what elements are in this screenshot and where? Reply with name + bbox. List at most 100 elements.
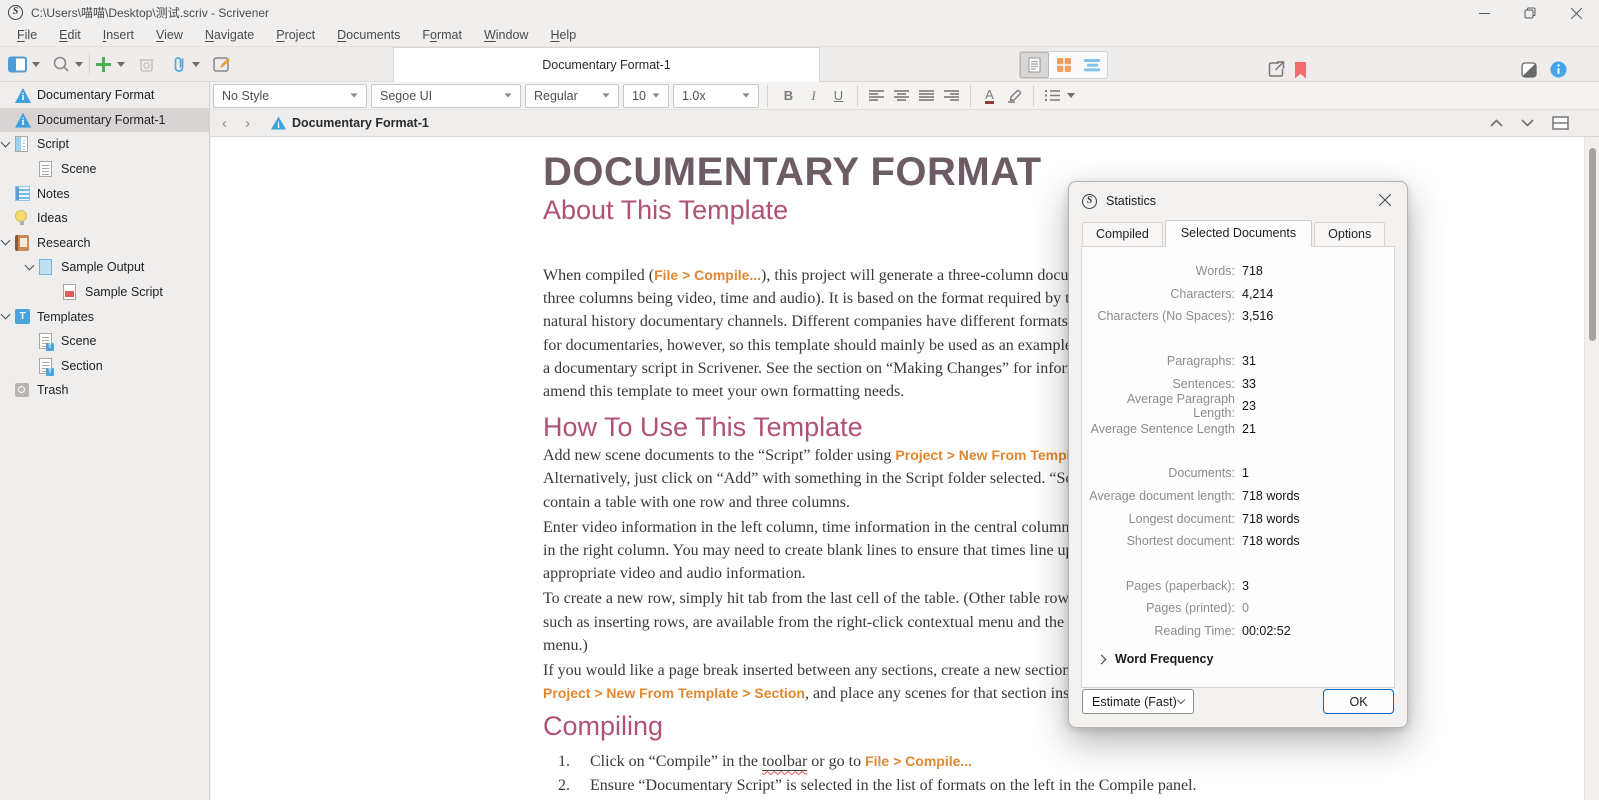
inline-styled-text: D: [337, 28, 347, 42]
word-frequency-expander[interactable]: Word Frequency: [1082, 652, 1394, 666]
line-spacing-select[interactable]: 1.0x: [673, 83, 759, 108]
font-family-select[interactable]: Segoe UI: [371, 83, 521, 108]
editor-scrollbar[interactable]: [1584, 137, 1599, 800]
menu-edit[interactable]: Edit: [48, 26, 92, 44]
underline-button[interactable]: U: [826, 84, 851, 108]
search-button[interactable]: [52, 50, 70, 78]
estimate-method-select[interactable]: Estimate (Fast): [1082, 689, 1194, 714]
binder-item-ideas[interactable]: Ideas: [0, 206, 209, 231]
document-alert-icon: [271, 116, 286, 130]
inline-link[interactable]: File > Compile...: [865, 753, 972, 769]
list-button[interactable]: [1040, 84, 1065, 108]
dialog-tab-selected-documents[interactable]: Selected Documents: [1164, 220, 1313, 247]
binder-item-scene[interactable]: Scene: [0, 157, 209, 182]
binder-item-templates[interactable]: Templates: [0, 304, 209, 329]
stat-row: Documents: 1: [1082, 462, 1394, 485]
binder-item-notes[interactable]: Notes: [0, 181, 209, 206]
statistics-rows: Words: 718 Characters: 4,214 Characters (No …: [1082, 260, 1394, 642]
estimate-method-value: Estimate (Fast): [1092, 694, 1177, 709]
document-tab[interactable]: Documentary Format-1: [393, 47, 820, 82]
restore-button[interactable]: [1507, 0, 1553, 26]
inline-styled-text: N: [204, 28, 214, 42]
page-filled-icon: [39, 259, 52, 276]
dialog-tab-compiled[interactable]: Compiled: [1082, 222, 1163, 246]
view-mode-document-button[interactable]: [1020, 52, 1049, 78]
previous-document-button[interactable]: [1490, 119, 1503, 127]
stat-value: 718 words: [1242, 489, 1300, 504]
bookmark-button[interactable]: [1294, 56, 1307, 84]
view-mode-outline-button[interactable]: [1078, 52, 1107, 78]
menu-format[interactable]: Format: [411, 26, 473, 44]
scrollbar-thumb[interactable]: [1589, 148, 1596, 341]
history-forward-button[interactable]: ›: [236, 115, 259, 132]
binder-dropdown-caret[interactable]: [32, 61, 40, 67]
ok-button[interactable]: OK: [1323, 689, 1394, 714]
split-editor-button[interactable]: [1552, 116, 1569, 130]
binder-list: Documentary FormatDocumentary Format-1 Sc…: [0, 83, 209, 403]
align-right-button[interactable]: [939, 84, 964, 108]
binder-item-scene[interactable]: Scene: [0, 329, 209, 354]
binder-item-sample-output[interactable]: Sample Output: [0, 255, 209, 280]
share-button[interactable]: [1267, 55, 1286, 83]
highlight-button[interactable]: [1002, 84, 1027, 108]
binder-item-documentary-format-1[interactable]: Documentary Format-1: [0, 107, 209, 133]
stat-value: 718 words: [1242, 534, 1300, 549]
stat-row: Characters: 4,214: [1082, 283, 1394, 306]
align-center-button[interactable]: [889, 84, 914, 108]
toolbar-right-group: [999, 47, 1599, 81]
document-subtitle-text: About This Template: [543, 195, 789, 225]
close-button[interactable]: [1553, 0, 1599, 26]
attach-file-button[interactable]: [171, 50, 187, 78]
menu-navigate[interactable]: Navigate: [194, 26, 265, 44]
format-divider: [767, 84, 768, 107]
search-dropdown-caret[interactable]: [75, 61, 83, 67]
menu-help[interactable]: Help: [539, 26, 587, 44]
menu-view[interactable]: View: [145, 26, 194, 44]
text-color-button[interactable]: A: [977, 84, 1002, 108]
binder-item-documentary-format[interactable]: Documentary Format: [0, 83, 209, 108]
menu-window[interactable]: Window: [473, 26, 539, 44]
menu-file[interactable]: File: [6, 26, 48, 44]
menu-insert[interactable]: Insert: [92, 26, 145, 44]
justify-button[interactable]: [914, 84, 939, 108]
font-size-select[interactable]: 10: [623, 83, 669, 108]
section-heading: How To Use This Template: [543, 412, 863, 443]
corkboard-view-icon: [1056, 58, 1071, 72]
text-line: contain a table with one row and three c…: [543, 493, 851, 511]
binder-item-script[interactable]: Script: [0, 132, 209, 157]
view-mode-corkboard-button[interactable]: [1049, 52, 1078, 78]
stat-label: Average document length:: [1089, 489, 1235, 504]
italic-button[interactable]: I: [801, 84, 826, 108]
scrivener-dialog-icon: S: [1082, 193, 1097, 209]
align-left-button[interactable]: [864, 84, 889, 108]
pdf-icon: [63, 283, 76, 300]
add-item-button[interactable]: [96, 50, 111, 78]
format-dropdowns: No Style Segoe UI Regular 10 1.0x: [213, 83, 763, 108]
binder-toggle-button[interactable]: [8, 50, 27, 78]
binder-item-sample-script[interactable]: Sample Script: [0, 280, 209, 305]
history-back-button[interactable]: ‹: [213, 115, 236, 132]
binder-item-section[interactable]: Section: [0, 354, 209, 379]
add-dropdown-caret[interactable]: [117, 61, 125, 67]
menu-project[interactable]: Project: [265, 26, 326, 44]
attach-dropdown-caret[interactable]: [192, 61, 200, 67]
next-document-button[interactable]: [1521, 119, 1534, 127]
inline-link[interactable]: File > Compile...: [654, 267, 761, 283]
stat-label: Shortest document:: [1126, 534, 1235, 549]
bold-button[interactable]: B: [776, 84, 801, 108]
inspector-toggle-button[interactable]: [1550, 55, 1567, 83]
compose-mode-button[interactable]: [1521, 56, 1537, 84]
inline-styled-text: V: [155, 28, 165, 42]
style-select[interactable]: No Style: [213, 83, 367, 108]
list-dropdown-caret[interactable]: [1067, 93, 1075, 98]
inline-link[interactable]: Project > New From Template > Section: [543, 685, 805, 701]
dialog-tab-options[interactable]: Options: [1314, 222, 1386, 246]
menu-documents[interactable]: Documents: [326, 26, 411, 44]
binder-item-research[interactable]: Research: [0, 231, 209, 256]
minimize-button[interactable]: [1461, 0, 1507, 26]
font-weight-select[interactable]: Regular: [525, 83, 619, 108]
dialog-close-button[interactable]: [1375, 190, 1395, 210]
move-to-trash-button[interactable]: [138, 50, 155, 78]
binder-item-trash[interactable]: Trash: [0, 378, 209, 403]
compose-button[interactable]: [213, 50, 231, 78]
